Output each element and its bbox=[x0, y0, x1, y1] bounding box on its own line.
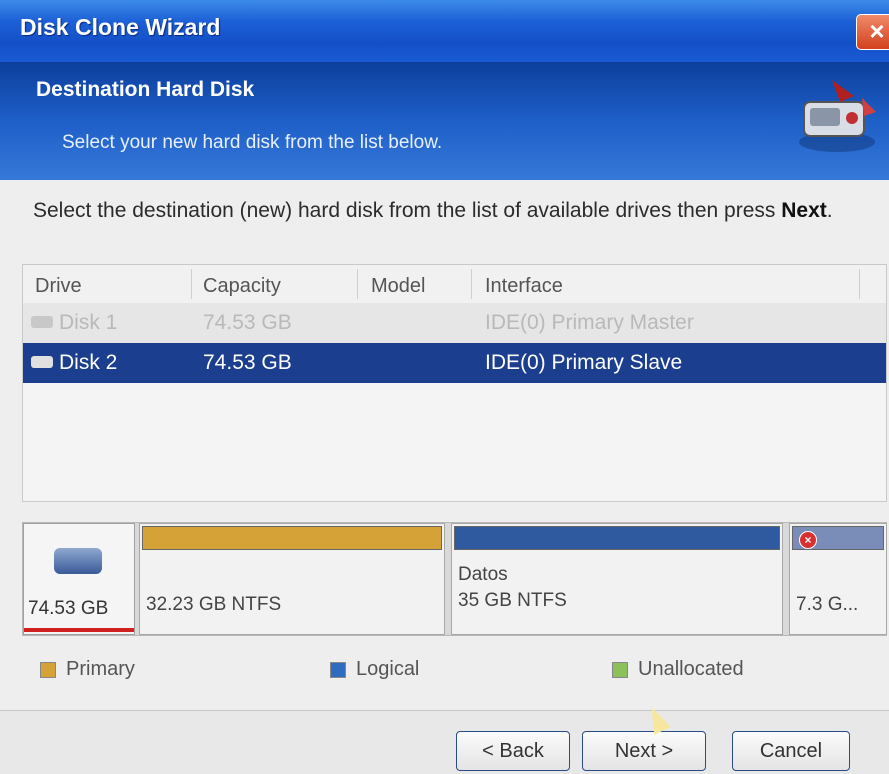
partition-label: Datos bbox=[458, 564, 508, 585]
partition-map: 74.53 GB 32.23 GB NTFS Datos 35 GB NTFS … bbox=[22, 522, 887, 636]
disk-clone-wizard-window: Disk Clone Wizard × Destination Hard Dis… bbox=[0, 0, 889, 774]
logical-partition-bar bbox=[454, 526, 780, 550]
cancel-button[interactable]: Cancel bbox=[732, 731, 850, 771]
partition-size: 7.3 G... bbox=[796, 594, 859, 615]
column-divider[interactable] bbox=[191, 269, 192, 299]
title-bar[interactable]: Disk Clone Wizard × bbox=[0, 0, 889, 62]
drive-row-disk-1[interactable]: Disk 1 74.53 GB IDE(0) Primary Master bbox=[23, 303, 886, 343]
next-button[interactable]: Next > bbox=[582, 731, 706, 771]
partition-size: 32.23 GB NTFS bbox=[146, 594, 282, 615]
unallocated-swatch-icon bbox=[612, 662, 628, 678]
drive-selection-underline bbox=[24, 628, 134, 632]
column-header-model[interactable]: Model bbox=[371, 275, 425, 298]
wizard-header-banner: Destination Hard Disk Select your new ha… bbox=[0, 62, 889, 180]
partition-bar: × bbox=[792, 526, 884, 550]
back-button[interactable]: < Back bbox=[456, 731, 570, 771]
drive-name: Disk 2 bbox=[59, 351, 118, 374]
close-icon: × bbox=[869, 16, 885, 46]
wizard-content: Select the destination (new) hard disk f… bbox=[0, 180, 889, 774]
close-button[interactable]: × bbox=[856, 14, 889, 50]
drive-list-header: Drive Capacity Model Interface bbox=[23, 265, 886, 304]
column-header-drive[interactable]: Drive bbox=[35, 275, 82, 298]
partition-block[interactable]: Datos 35 GB NTFS bbox=[451, 523, 783, 635]
instruction-text: Select the destination (new) hard disk f… bbox=[33, 198, 883, 224]
disk-clone-art-icon bbox=[799, 80, 876, 152]
instruction-lead: Select the destination (new) hard disk f… bbox=[33, 199, 782, 222]
legend-logical: Logical bbox=[356, 658, 420, 680]
drive-list[interactable]: Drive Capacity Model Interface Disk 1 74… bbox=[22, 264, 887, 502]
hard-disk-icon bbox=[31, 316, 53, 328]
primary-partition-bar bbox=[142, 526, 442, 550]
drive-capacity: 74.53 GB bbox=[203, 311, 292, 334]
hard-disk-icon bbox=[31, 356, 53, 368]
logical-swatch-icon bbox=[330, 662, 346, 678]
drive-interface: IDE(0) Primary Master bbox=[485, 311, 694, 334]
column-divider[interactable] bbox=[357, 269, 358, 299]
drive-name: Disk 1 bbox=[59, 311, 118, 334]
column-header-interface[interactable]: Interface bbox=[485, 275, 563, 298]
column-divider[interactable] bbox=[471, 269, 472, 299]
drive-total-size: 74.53 GB bbox=[28, 598, 109, 619]
window-title: Disk Clone Wizard bbox=[20, 14, 221, 40]
partition-size: 35 GB NTFS bbox=[458, 590, 567, 611]
drive-capacity: 74.53 GB bbox=[203, 351, 292, 374]
column-divider[interactable] bbox=[859, 269, 860, 299]
drive-interface: IDE(0) Primary Slave bbox=[485, 351, 683, 374]
page-subtitle: Select your new hard disk from the list … bbox=[62, 132, 443, 153]
partition-block[interactable]: 32.23 GB NTFS bbox=[139, 523, 445, 635]
wizard-button-bar: < Back Next > Cancel bbox=[0, 710, 889, 774]
primary-swatch-icon bbox=[40, 662, 56, 678]
column-header-capacity[interactable]: Capacity bbox=[203, 275, 281, 298]
legend-unallocated: Unallocated bbox=[638, 658, 744, 680]
instruction-next-word: Next bbox=[781, 199, 827, 222]
partition-block[interactable]: × 7.3 G... bbox=[789, 523, 887, 635]
instruction-end: . bbox=[826, 199, 833, 222]
legend-primary: Primary bbox=[66, 658, 135, 680]
page-heading: Destination Hard Disk bbox=[36, 78, 255, 101]
error-icon: × bbox=[799, 531, 817, 549]
hard-disk-icon bbox=[54, 548, 102, 574]
partition-map-drive[interactable]: 74.53 GB bbox=[23, 523, 135, 635]
drive-row-disk-2[interactable]: Disk 2 74.53 GB IDE(0) Primary Slave bbox=[23, 343, 886, 383]
